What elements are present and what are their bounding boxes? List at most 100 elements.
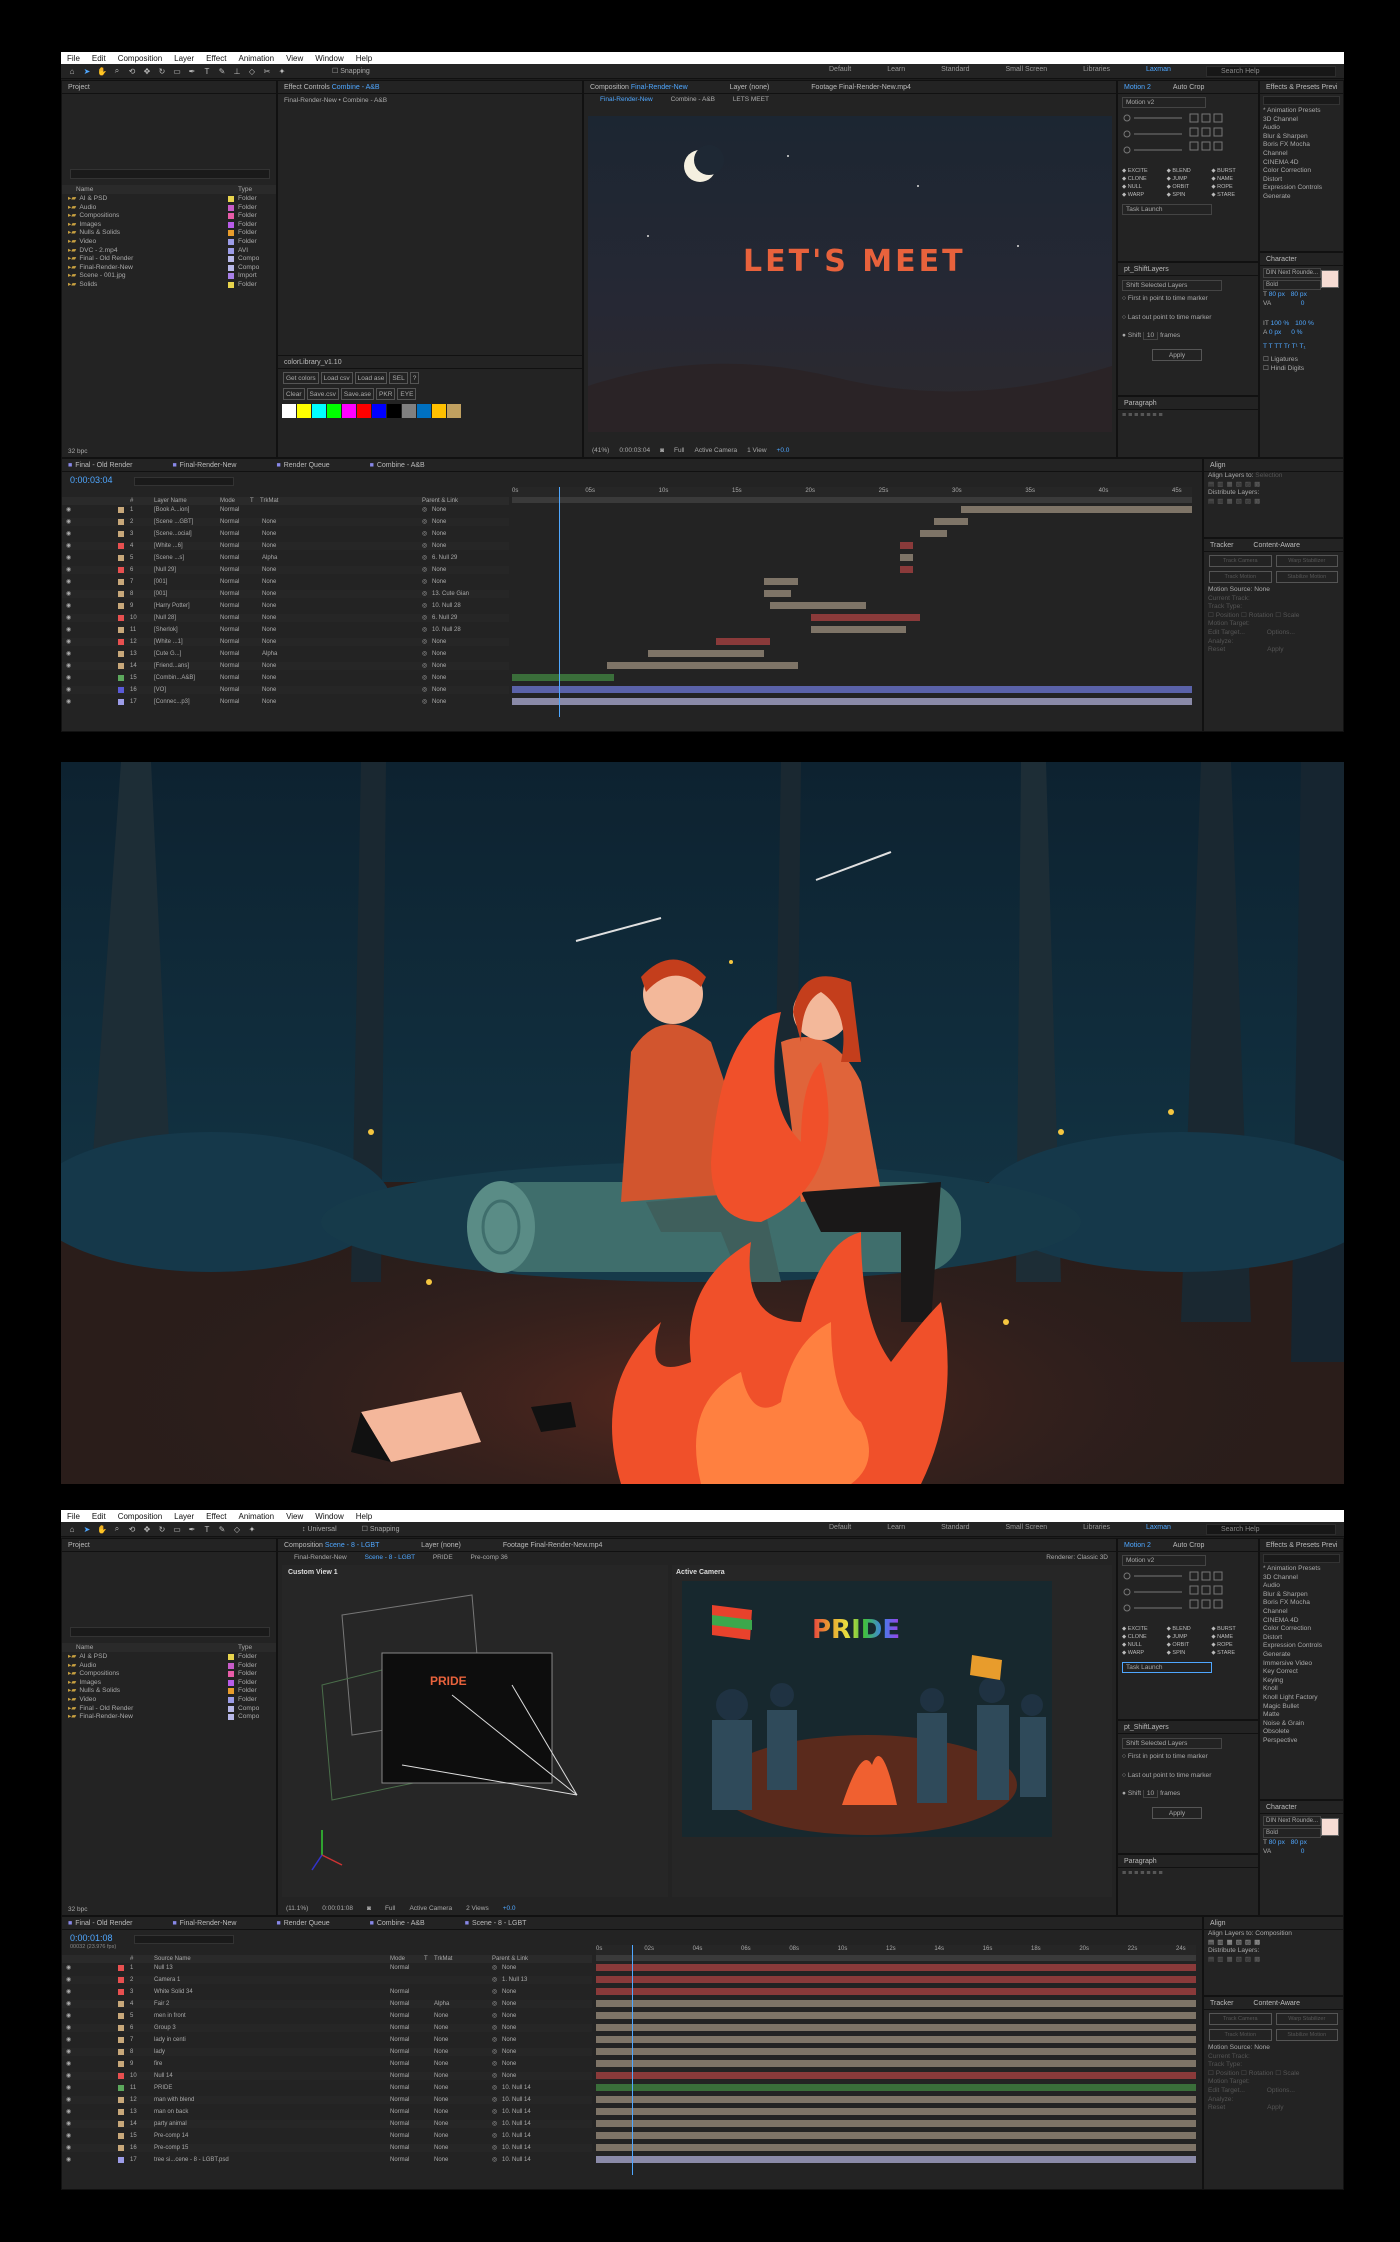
eye-icon[interactable]: ◉ — [66, 662, 71, 670]
layer-duration-bar[interactable] — [920, 530, 948, 537]
align-target-select[interactable]: Selection — [1255, 472, 1282, 479]
search-help-input[interactable]: Search Help — [1206, 1524, 1336, 1535]
layer-trkmat[interactable]: None — [434, 2072, 448, 2080]
menu-item[interactable]: Layer — [174, 54, 194, 63]
align-buttons[interactable]: ▤▥▦▧▨▩ — [1204, 1939, 1343, 1948]
track-scale[interactable]: Scale — [1283, 2070, 1300, 2077]
tracker-button[interactable]: Warp Stabilizer — [1275, 2013, 1338, 2025]
pickwhip-icon[interactable]: ◎ — [492, 1988, 497, 1996]
time-ruler[interactable]: 0s 02s 04s 06s 08s 10s 12s 14s 16s 18s 20s 22s 24s — [596, 1945, 1196, 1955]
eye-icon[interactable]: ◉ — [66, 2072, 71, 2080]
layer-mode[interactable]: Normal — [220, 674, 239, 682]
reset-button[interactable]: Reset — [1208, 2104, 1225, 2111]
time-ruler[interactable]: 0s 05s 10s 15s 20s 25s 30s 35s 40s 45s — [512, 487, 1192, 497]
shift-value-input[interactable]: 10 — [1142, 1790, 1159, 1799]
motion-tool-button[interactable]: ◆ STARE — [1211, 1650, 1254, 1656]
effect-category[interactable]: Knoll Light Factory — [1263, 1694, 1343, 1703]
layer-mode[interactable]: Normal — [220, 578, 239, 586]
timecode-display[interactable]: 0:00:01:08 — [322, 1902, 353, 1915]
active-camera-viewer[interactable]: Active Camera PRIDE — [672, 1565, 1112, 1897]
label-color-swatch[interactable] — [228, 204, 234, 211]
tracking-row[interactable]: VA 0 — [1260, 1848, 1343, 1857]
project-item[interactable]: ▸▰ Nulls & Solids Folder — [68, 1687, 274, 1696]
label-color-swatch[interactable] — [118, 531, 124, 537]
eye-icon[interactable]: ◉ — [66, 2012, 71, 2020]
views-dropdown[interactable]: 2 Views — [466, 1902, 489, 1915]
zoom-tool-icon[interactable]: ⌕ — [112, 1524, 122, 1534]
effect-category[interactable]: Distort — [1263, 1634, 1343, 1643]
layer-name[interactable]: [Combin...A&B] — [154, 674, 195, 682]
layer-trkmat[interactable]: None — [434, 2012, 448, 2020]
eye-icon[interactable]: ◉ — [66, 2060, 71, 2068]
track-rotation[interactable]: Rotation — [1249, 612, 1274, 619]
rectangle-tool-icon[interactable]: ▭ — [172, 66, 182, 76]
layer-trkmat[interactable]: None — [262, 530, 276, 538]
menu-item[interactable]: Effect — [206, 54, 226, 63]
layer-row[interactable]: ◉ 12 [White ...1] Normal None ◎ None — [62, 638, 509, 646]
label-color-swatch[interactable] — [118, 507, 124, 513]
project-item[interactable]: ▸▰ DVC - 2.mp4 AVI — [68, 247, 274, 256]
shift-apply-button[interactable]: Apply — [1152, 348, 1202, 361]
layer-name[interactable]: lady in centi — [154, 2036, 186, 2044]
hindi-digits-checkbox[interactable]: ☐ Hindi Digits — [1260, 365, 1343, 374]
pickwhip-icon[interactable]: ◎ — [422, 578, 427, 586]
layer-row[interactable]: ◉ 2 [Scene ...GBT] Normal None ◎ None — [62, 518, 509, 526]
pickwhip-icon[interactable]: ◎ — [422, 566, 427, 574]
layer-trkmat[interactable]: None — [434, 2144, 448, 2152]
font-style-select[interactable]: Bold — [1263, 1828, 1321, 1838]
label-color-swatch[interactable] — [118, 2073, 124, 2079]
layer-row[interactable]: ◉ 9 fire Normal None ◎ None — [62, 2060, 592, 2068]
label-color-swatch[interactable] — [228, 1705, 234, 1712]
layer-mode[interactable]: Normal — [390, 2156, 409, 2164]
snapping-toggle[interactable]: ☐ Snapping — [332, 67, 370, 75]
home-icon[interactable]: ⌂ — [67, 66, 77, 76]
layer-parent[interactable]: None — [432, 638, 446, 646]
brush-tool-icon[interactable]: ✎ — [217, 66, 227, 76]
layer-mode[interactable]: Normal — [220, 650, 239, 658]
label-color-swatch[interactable] — [228, 1696, 234, 1703]
stamp-tool-icon[interactable]: ⊥ — [232, 66, 242, 76]
layer-duration-bar[interactable] — [596, 2132, 1196, 2139]
effect-category[interactable]: Generate — [1263, 1651, 1343, 1660]
layer-parent[interactable]: 10. Null 28 — [432, 626, 461, 634]
layer-row[interactable]: ◉ 13 [Cute G...] Normal Alpha ◎ None — [62, 650, 509, 658]
motion-tool-button[interactable]: ◆ JUMP — [1167, 176, 1210, 182]
pickwhip-icon[interactable]: ◎ — [492, 2132, 497, 2140]
layer-mode[interactable]: Normal — [390, 2060, 409, 2068]
tab-tracker[interactable]: Tracker — [1210, 542, 1233, 549]
workspace-standard[interactable]: Standard — [923, 1524, 987, 1531]
eye-icon[interactable]: ◉ — [66, 566, 71, 574]
tab-effects-presets[interactable]: Effects & Presets — [1266, 1542, 1320, 1549]
eraser-tool-icon[interactable]: ◇ — [232, 1524, 242, 1534]
project-search-input[interactable] — [70, 169, 270, 179]
layer-mode[interactable]: Normal — [390, 2132, 409, 2140]
label-color-swatch[interactable] — [118, 579, 124, 585]
motion-tool-button[interactable]: ◆ WARP — [1122, 192, 1165, 198]
tab-composition[interactable]: Composition Final-Render-New — [590, 84, 688, 91]
motion-tool-button[interactable]: ◆ SPIN — [1167, 192, 1210, 198]
layer-duration-bar[interactable] — [512, 698, 1192, 705]
layer-trkmat[interactable]: None — [262, 566, 276, 574]
motion-sliders[interactable] — [1122, 112, 1254, 164]
layer-parent[interactable]: 1. Null 13 — [502, 1976, 527, 1984]
layer-name[interactable]: fire — [154, 2060, 162, 2068]
layer-parent[interactable]: 10. Null 14 — [502, 2084, 531, 2092]
layer-trkmat[interactable]: None — [434, 2096, 448, 2104]
layer-duration-bar[interactable] — [770, 602, 866, 609]
motion-tool-button[interactable]: ◆ WARP — [1122, 1650, 1165, 1656]
layer-name[interactable]: Null 14 — [154, 2072, 173, 2080]
pickwhip-icon[interactable]: ◎ — [422, 506, 427, 514]
effect-category[interactable]: * Animation Presets — [1263, 1565, 1343, 1574]
eye-icon[interactable]: ◉ — [66, 590, 71, 598]
pen-tool-icon[interactable]: ✒ — [187, 1524, 197, 1534]
work-area-bar[interactable] — [596, 1955, 1196, 1961]
layer-trkmat[interactable]: None — [434, 2156, 448, 2164]
layer-duration-bar[interactable] — [596, 1988, 1196, 1995]
layer-mode[interactable]: Normal — [390, 2120, 409, 2128]
shift-unit-select[interactable]: frames — [1160, 332, 1180, 339]
motion-tool-button[interactable]: ◆ NULL — [1122, 1642, 1165, 1648]
rectangle-tool-icon[interactable]: ▭ — [172, 1524, 182, 1534]
workspace-default[interactable]: Default — [811, 66, 869, 73]
timecode-display[interactable]: 0:00:03:04 — [619, 444, 650, 457]
motion-source-select[interactable]: None — [1254, 586, 1270, 593]
